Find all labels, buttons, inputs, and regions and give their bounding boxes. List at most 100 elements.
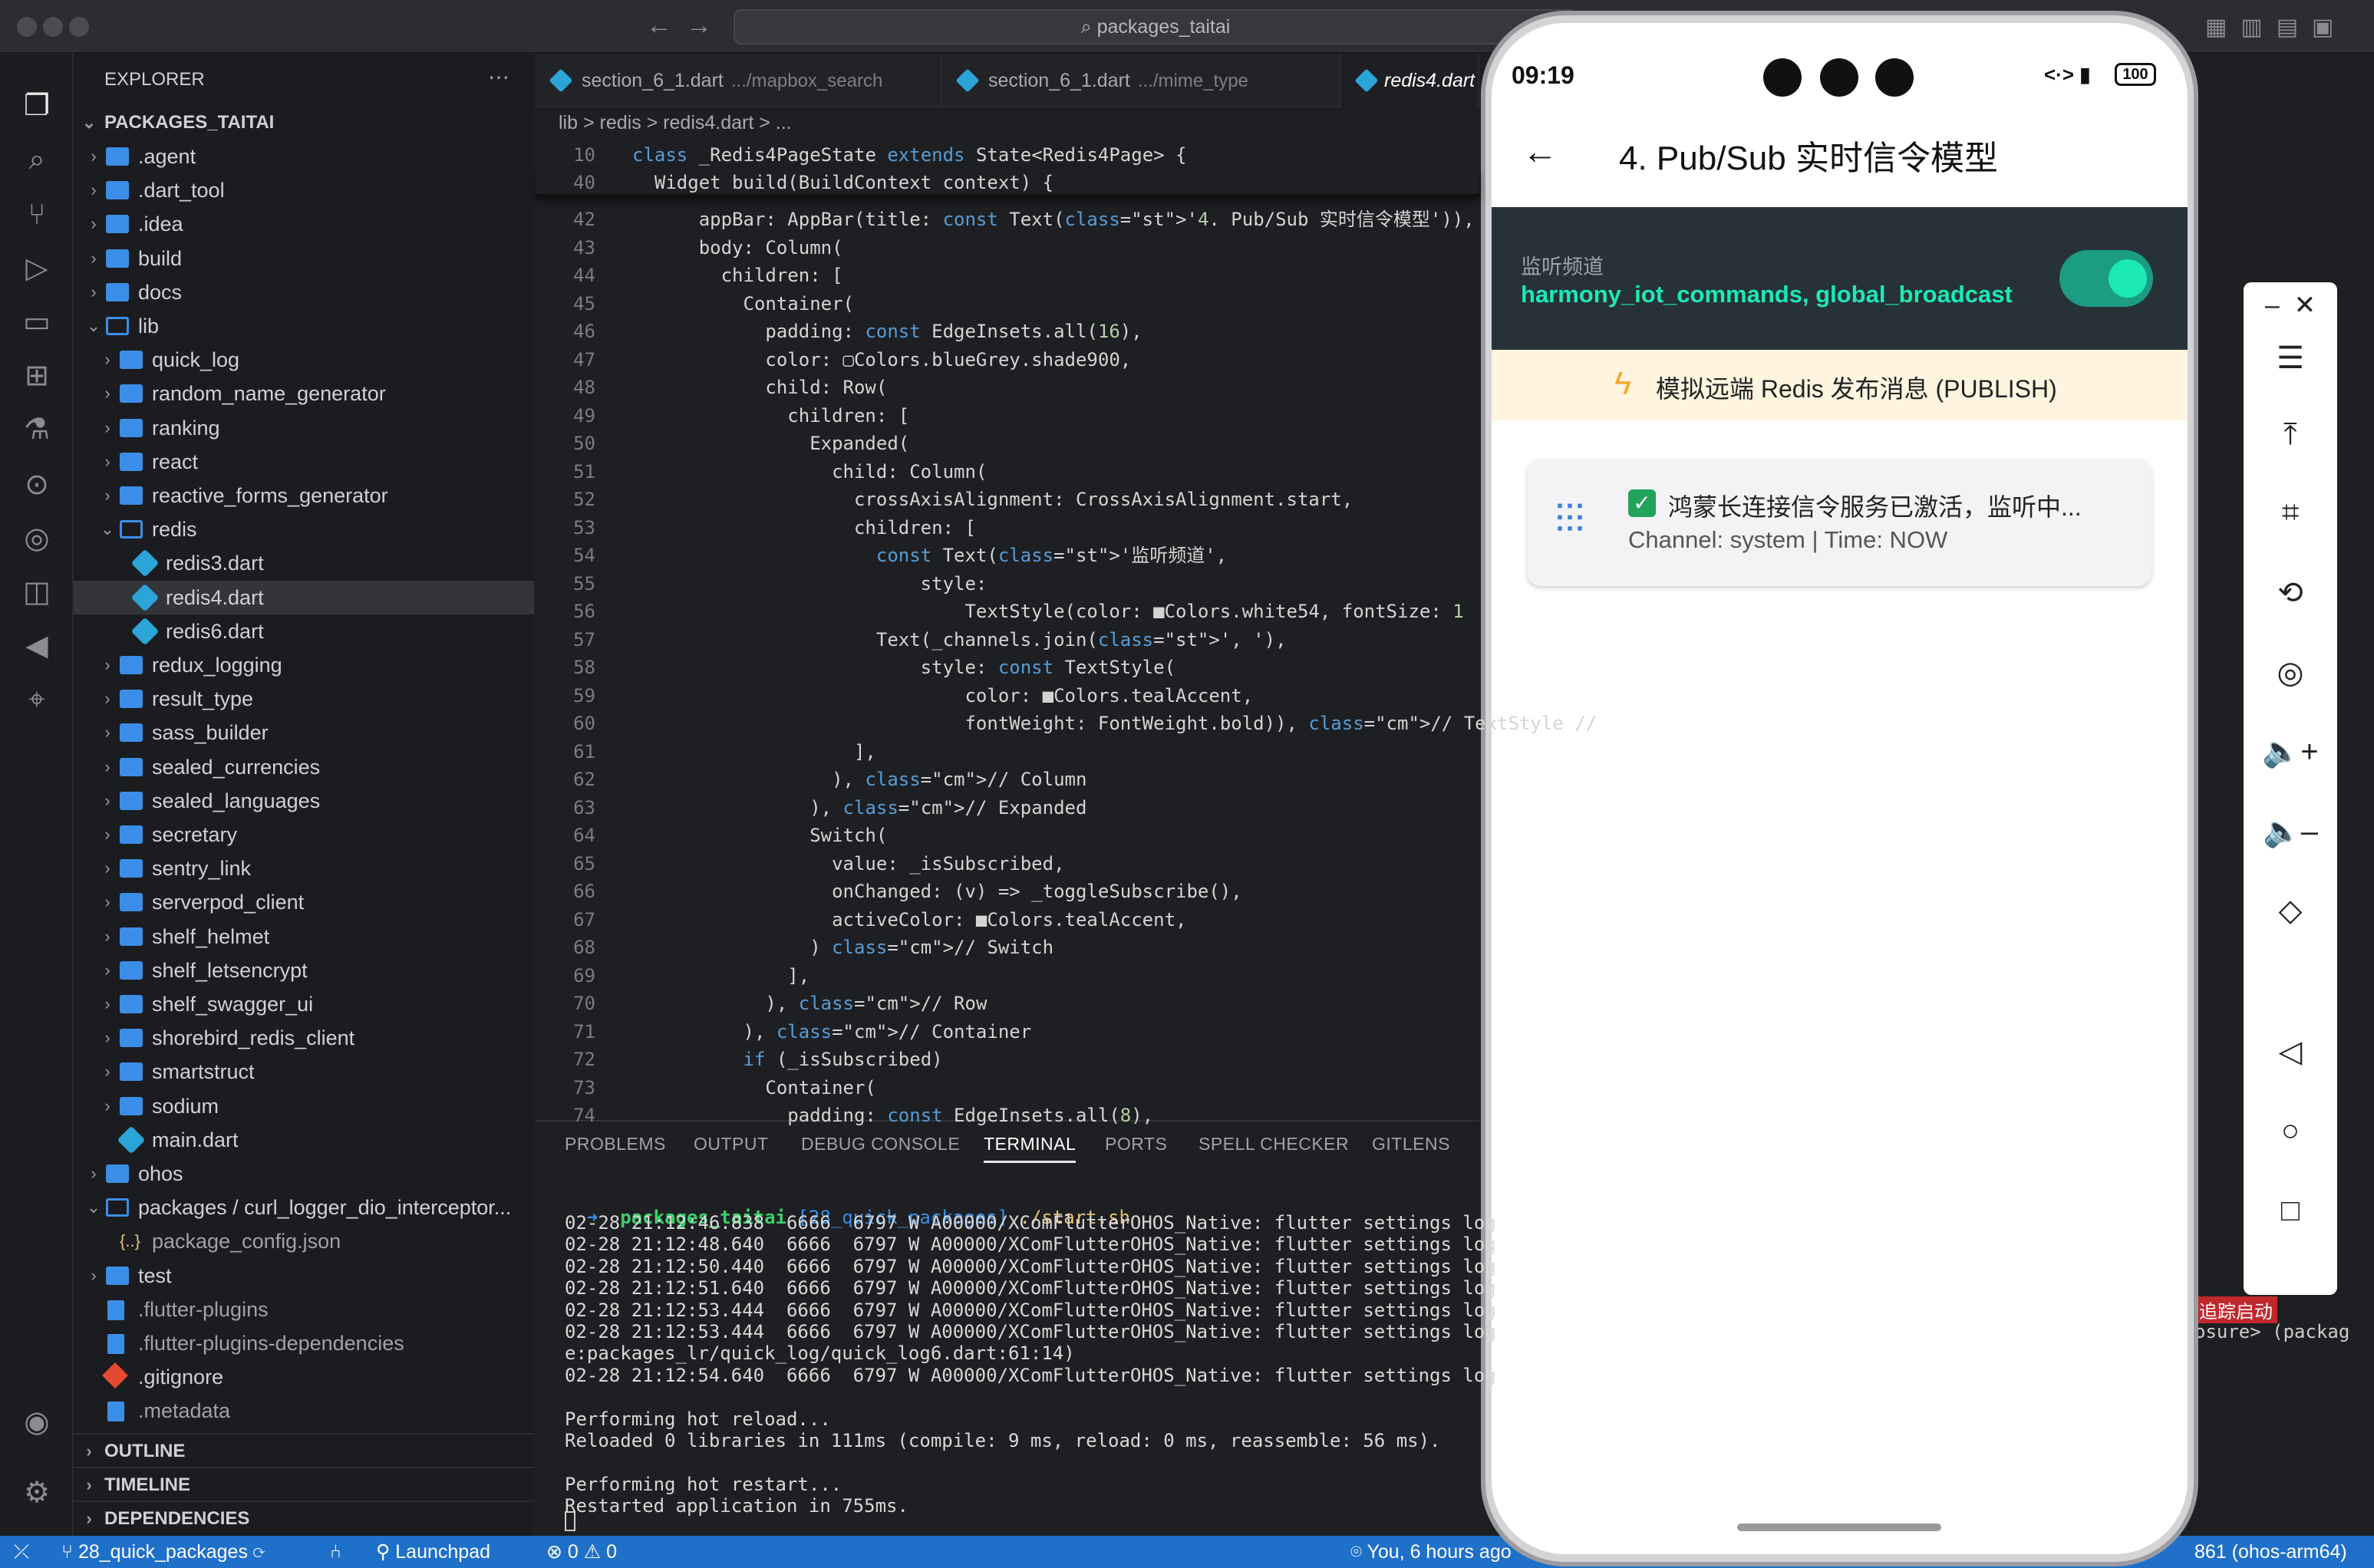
- tree-item[interactable]: › ohos: [74, 1157, 534, 1191]
- panel-tab-debug-console[interactable]: DEBUG CONSOLE: [801, 1134, 960, 1155]
- panel-tab-problems[interactable]: PROBLEMS: [565, 1134, 666, 1155]
- outline-section[interactable]: › OUTLINE: [74, 1433, 534, 1467]
- tree-item[interactable]: › .dart_tool: [74, 173, 534, 207]
- menu-icon[interactable]: ☰: [2244, 341, 2337, 376]
- tree-item[interactable]: › random_name_generator: [74, 377, 534, 410]
- tree-item[interactable]: › .idea: [74, 207, 534, 241]
- tree-item[interactable]: ⌄ redis: [74, 512, 534, 546]
- crop-icon[interactable]: ⌗: [2244, 496, 2337, 530]
- package-icon[interactable]: ◫: [18, 574, 55, 611]
- tree-item[interactable]: redis4.dart: [74, 580, 534, 614]
- git-blame-status[interactable]: ⌾ You, 6 hours ago: [1350, 1536, 1512, 1568]
- panel-tab-output[interactable]: OUTPUT: [694, 1134, 769, 1155]
- dependencies-section[interactable]: › DEPENDENCIES: [74, 1500, 534, 1534]
- minimize-icon[interactable]: – ✕: [2244, 290, 2337, 321]
- flutter-icon[interactable]: ◀: [18, 628, 55, 664]
- tree-item[interactable]: › result_type: [74, 682, 534, 716]
- volume-down-icon[interactable]: 🔈–: [2244, 813, 2337, 849]
- tree-item[interactable]: ⌄ lib: [74, 309, 534, 343]
- panel-tab-terminal[interactable]: TERMINAL: [984, 1134, 1077, 1163]
- tree-item[interactable]: › sass_builder: [74, 716, 534, 749]
- tree-item[interactable]: › build: [74, 242, 534, 275]
- explorer-icon[interactable]: ❐: [18, 87, 55, 124]
- tree-item[interactable]: .metadata: [74, 1394, 534, 1428]
- tab-section-6-1-mime[interactable]: section_6_1.dart .../mime_type: [942, 54, 1341, 107]
- layout-toggle-icons[interactable]: ▦▥▤▣: [2205, 14, 2347, 41]
- tree-item[interactable]: › serverpod_client: [74, 885, 534, 919]
- minimize-window-button[interactable]: [43, 17, 63, 37]
- scan-icon[interactable]: ⌖: [18, 681, 55, 718]
- account-icon[interactable]: ◉: [18, 1404, 55, 1441]
- testing-icon[interactable]: ⚗: [18, 411, 55, 448]
- remote-icon[interactable]: ⤫: [14, 1536, 29, 1568]
- pin-off-icon[interactable]: ⤒: [2244, 417, 2337, 452]
- tab-redis4[interactable]: redis4.dart: [1341, 54, 1479, 107]
- tree-item[interactable]: main.dart: [74, 1123, 534, 1157]
- branch-status[interactable]: ⑂ 28_quick_packages ⟳: [61, 1536, 265, 1568]
- tree-item[interactable]: › shelf_letsencrypt: [74, 954, 534, 987]
- back-arrow-icon[interactable]: ←: [646, 11, 672, 41]
- gitlens-icon[interactable]: ◎: [18, 520, 55, 557]
- timeline-section[interactable]: › TIMELINE: [74, 1467, 534, 1500]
- breadcrumb[interactable]: lib > redis > redis4.dart > ...: [559, 109, 792, 137]
- tree-item[interactable]: › shorebird_redis_client: [74, 1021, 534, 1055]
- source-control-icon[interactable]: ⑂: [18, 196, 55, 233]
- extensions-icon[interactable]: ⊞: [18, 357, 55, 394]
- tree-item[interactable]: › sealed_currencies: [74, 750, 534, 784]
- tree-item[interactable]: › .agent: [74, 140, 534, 173]
- tab-section-6-1-mapbox[interactable]: section_6_1.dart .../mapbox_search: [536, 54, 942, 107]
- home-indicator[interactable]: [1737, 1524, 1941, 1531]
- panel-tab-spell-checker[interactable]: SPELL CHECKER: [1199, 1134, 1349, 1155]
- publish-button[interactable]: ϟ 模拟远端 Redis 发布消息 (PUBLISH): [1492, 350, 2188, 420]
- screenshot-icon[interactable]: ◎: [2244, 655, 2337, 690]
- tree-item[interactable]: › quick_log: [74, 343, 534, 377]
- device-status[interactable]: 861 (ohos-arm64): [2194, 1536, 2347, 1568]
- home-circle-icon[interactable]: ○: [2244, 1114, 2337, 1148]
- tree-item[interactable]: {..} package_config.json: [74, 1224, 534, 1258]
- gear-icon[interactable]: ⚙: [18, 1474, 55, 1511]
- workspace-root[interactable]: ⌄ PACKAGES_TAITAI: [74, 106, 534, 140]
- tree-item[interactable]: › secretary: [74, 818, 534, 852]
- tree-item[interactable]: › reactive_forms_generator: [74, 479, 534, 512]
- tree-item[interactable]: .gitignore: [74, 1360, 534, 1394]
- rotate-icon[interactable]: ⟲: [2244, 575, 2337, 611]
- tree-item[interactable]: redis6.dart: [74, 614, 534, 648]
- tree-item[interactable]: › docs: [74, 275, 534, 309]
- problems-status[interactable]: ⊗ 0 ⚠ 0: [546, 1536, 617, 1568]
- tree-item[interactable]: › sodium: [74, 1089, 534, 1123]
- phone-screen[interactable]: 09:19 <·> ▮ 100 ← 4. Pub/Sub 实时信令模型 监听频道…: [1492, 23, 2188, 1554]
- panel-tab-ports[interactable]: PORTS: [1105, 1134, 1167, 1155]
- tree-item[interactable]: › shelf_swagger_ui: [74, 987, 534, 1021]
- git-graph-icon[interactable]: ⊙: [18, 466, 55, 503]
- message-card[interactable]: ⫶⫶⫶ ✓ 鸿蒙长连接信令服务已激活，监听中... Channel: syste…: [1527, 459, 2151, 586]
- tree-item[interactable]: .flutter-plugins: [74, 1293, 534, 1326]
- tree-item[interactable]: › shelf_helmet: [74, 920, 534, 954]
- subscribe-switch[interactable]: [2059, 250, 2153, 307]
- tree-item[interactable]: .flutter-plugins-dependencies: [74, 1326, 534, 1360]
- search-icon[interactable]: ⌕: [18, 141, 55, 178]
- close-window-button[interactable]: [17, 17, 37, 37]
- tree-item[interactable]: › sealed_languages: [74, 784, 534, 818]
- tree-item[interactable]: redis3.dart: [74, 546, 534, 580]
- back-triangle-icon[interactable]: ◁: [2244, 1034, 2337, 1069]
- command-center-search[interactable]: ⌕ packages_taitai: [734, 9, 1578, 44]
- tree-item[interactable]: › ranking: [74, 411, 534, 445]
- run-debug-icon[interactable]: ▷: [18, 250, 55, 287]
- forward-arrow-icon[interactable]: →: [686, 11, 712, 41]
- remote-explorer-icon[interactable]: ▭: [18, 304, 55, 341]
- tree-item[interactable]: › smartstruct: [74, 1055, 534, 1089]
- tree-item[interactable]: › react: [74, 445, 534, 479]
- more-actions-icon[interactable]: ⋯: [488, 64, 509, 90]
- tree-item[interactable]: › sentry_link: [74, 852, 534, 885]
- launchpad-status[interactable]: ⚲ Launchpad: [376, 1536, 490, 1568]
- tree-item[interactable]: ⌄ packages / curl_logger_dio_interceptor.…: [74, 1191, 534, 1224]
- volume-up-icon[interactable]: 🔈+: [2244, 733, 2337, 769]
- tree-item[interactable]: › redux_logging: [74, 648, 534, 682]
- panel-tab-gitlens[interactable]: GITLENS: [1372, 1134, 1450, 1155]
- tree-item[interactable]: › test: [74, 1259, 534, 1293]
- zoom-window-button[interactable]: [69, 17, 89, 37]
- back-arrow-icon[interactable]: ←: [1522, 130, 1558, 172]
- recents-square-icon[interactable]: □: [2244, 1194, 2337, 1228]
- fold-icon[interactable]: ◇: [2244, 893, 2337, 928]
- git-graph-status-icon[interactable]: ⑃: [330, 1536, 341, 1568]
